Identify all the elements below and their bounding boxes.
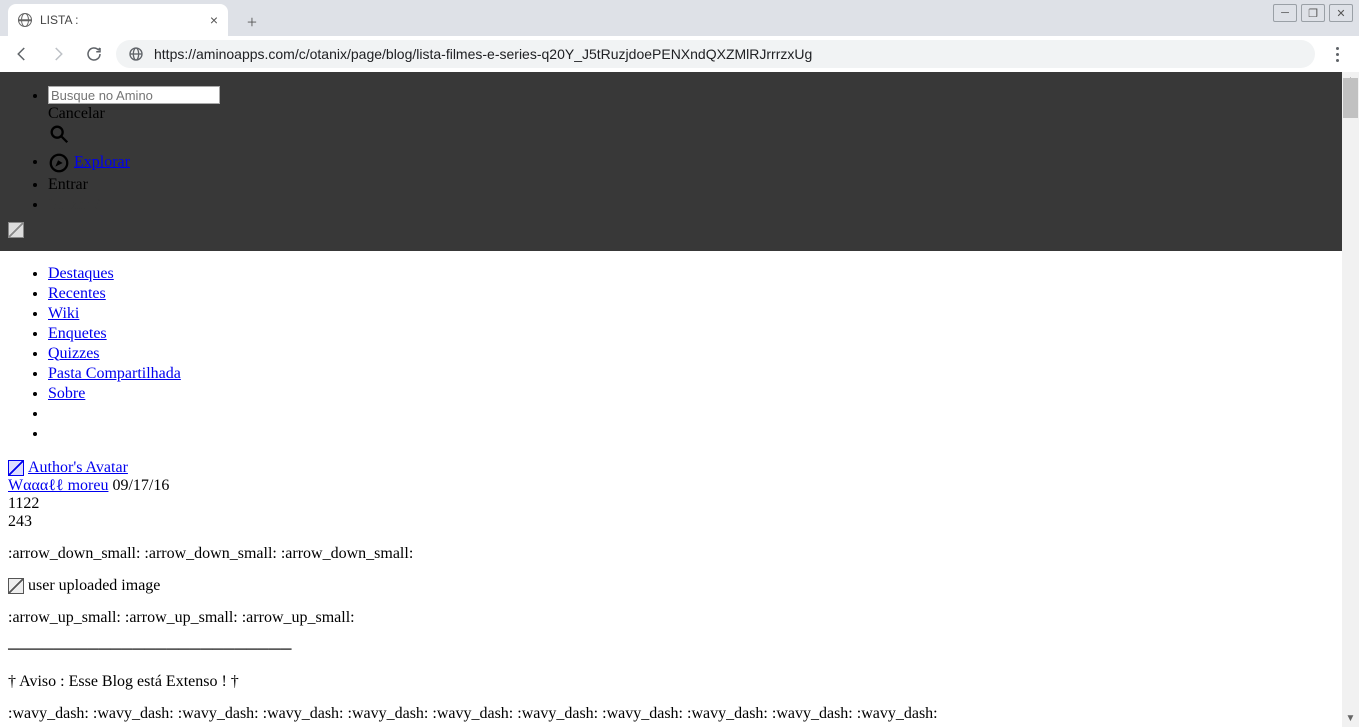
divider-line: ───────────────────────── xyxy=(8,641,1334,659)
nav-link[interactable]: Enquetes xyxy=(48,325,107,342)
globe-icon xyxy=(18,13,32,27)
nav-item-wiki: Wiki xyxy=(48,305,1334,323)
close-window-button[interactable]: ✕ xyxy=(1329,4,1353,22)
avatar-line: Author's Avatar xyxy=(8,459,1334,477)
tab-bar: LISTA : × + ─ ❐ ✕ xyxy=(0,0,1359,36)
nav-link[interactable]: Recentes xyxy=(48,285,106,302)
cancel-search[interactable]: Cancelar xyxy=(48,105,1334,123)
tab-title: LISTA : xyxy=(40,13,78,27)
new-tab-button[interactable]: + xyxy=(238,8,266,36)
comment-count: 243 xyxy=(8,513,1334,531)
nav-item-recentes: Recentes xyxy=(48,285,1334,303)
address-bar: https://aminoapps.com/c/otanix/page/blog… xyxy=(0,36,1359,72)
search-icon[interactable] xyxy=(48,123,70,145)
explore-link[interactable]: Explorar xyxy=(74,153,130,170)
nav-item-empty xyxy=(48,425,1334,443)
broken-image-icon xyxy=(8,578,24,594)
site-info-icon[interactable] xyxy=(128,46,144,62)
url-text: https://aminoapps.com/c/otanix/page/blog… xyxy=(154,46,812,62)
nav-link[interactable]: Wiki xyxy=(48,305,79,322)
reload-button[interactable] xyxy=(80,40,108,68)
search-input[interactable] xyxy=(48,86,220,104)
page-viewport: Cancelar Explorar Entrar Baixar App Dest… xyxy=(0,72,1359,727)
nav-link[interactable]: Pasta Compartilhada xyxy=(48,365,181,382)
reload-icon xyxy=(85,45,103,63)
nav-item-pasta: Pasta Compartilhada xyxy=(48,365,1334,383)
author-link[interactable]: Wαααℓℓ moreu xyxy=(8,477,108,494)
browser-menu-button[interactable] xyxy=(1323,40,1351,68)
arrows-down-line: :arrow_down_small: :arrow_down_small: :a… xyxy=(8,545,1334,563)
arrow-left-icon xyxy=(13,45,31,63)
nav-item-enquetes: Enquetes xyxy=(48,325,1334,343)
getapp-item[interactable]: Baixar App xyxy=(48,196,1334,214)
user-image-alt: user uploaded image xyxy=(28,577,160,595)
browser-tab[interactable]: LISTA : × xyxy=(8,4,228,36)
close-tab-icon[interactable]: × xyxy=(210,12,218,28)
dots-vertical-icon xyxy=(1336,47,1339,62)
browser-chrome: LISTA : × + ─ ❐ ✕ https://aminoapps.com/… xyxy=(0,0,1359,72)
nav-link[interactable]: Sobre xyxy=(48,385,85,402)
broken-image-icon xyxy=(8,460,24,476)
nav-link[interactable]: Destaques xyxy=(48,265,114,282)
forward-button xyxy=(44,40,72,68)
explore-item: Explorar xyxy=(48,152,1334,174)
user-image-placeholder: user uploaded image xyxy=(8,577,1334,595)
broken-image-icon xyxy=(8,222,24,238)
page-content: Cancelar Explorar Entrar Baixar App Dest… xyxy=(0,72,1342,727)
article-body: Author's Avatar Wαααℓℓ moreu 09/17/16 11… xyxy=(0,453,1342,727)
nav-item-destaques: Destaques xyxy=(48,265,1334,283)
avatar-link[interactable]: Author's Avatar xyxy=(28,459,128,477)
vertical-scrollbar[interactable]: ▲ ▼ xyxy=(1342,72,1359,727)
warning-line: † Aviso : Esse Blog está Extenso ! † xyxy=(8,673,1334,691)
maximize-button[interactable]: ❐ xyxy=(1301,4,1325,22)
compass-icon xyxy=(48,152,70,174)
url-field[interactable]: https://aminoapps.com/c/otanix/page/blog… xyxy=(116,40,1315,68)
nav-link[interactable]: Quizzes xyxy=(48,345,100,362)
top-header: Cancelar Explorar Entrar Baixar App xyxy=(0,72,1342,251)
arrow-right-icon xyxy=(49,45,67,63)
minimize-button[interactable]: ─ xyxy=(1273,4,1297,22)
like-count: 1122 xyxy=(8,495,1334,513)
author-line: Wαααℓℓ moreu 09/17/16 xyxy=(8,477,1334,495)
nav-item-sobre: Sobre xyxy=(48,385,1334,403)
post-date: 09/17/16 xyxy=(112,477,169,494)
arrows-up-line: :arrow_up_small: :arrow_up_small: :arrow… xyxy=(8,609,1334,627)
scroll-down-icon[interactable]: ▼ xyxy=(1342,710,1359,727)
search-item: Cancelar xyxy=(48,86,1334,150)
window-controls: ─ ❐ ✕ xyxy=(1273,4,1353,22)
nav-item-quizzes: Quizzes xyxy=(48,345,1334,363)
login-item[interactable]: Entrar xyxy=(48,176,1334,194)
nav-item-empty xyxy=(48,405,1334,423)
back-button[interactable] xyxy=(8,40,36,68)
scroll-thumb[interactable] xyxy=(1343,78,1358,118)
community-nav: Destaques Recentes Wiki Enquetes Quizzes… xyxy=(0,251,1342,453)
wavy-line: :wavy_dash: :wavy_dash: :wavy_dash: :wav… xyxy=(8,705,1334,723)
